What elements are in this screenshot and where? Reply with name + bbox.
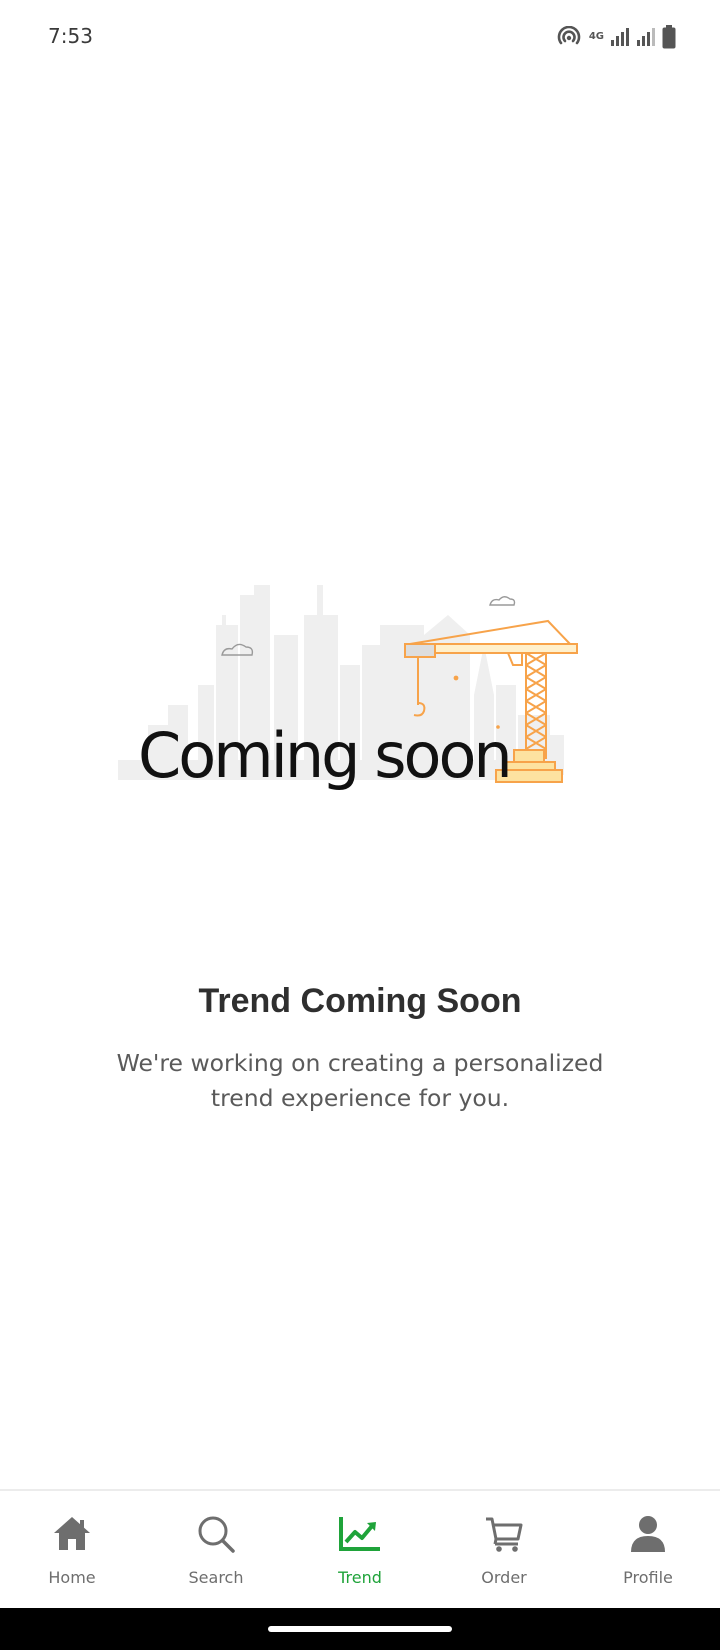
- home-indicator[interactable]: [268, 1626, 452, 1632]
- cart-icon: [482, 1512, 526, 1556]
- home-icon: [50, 1512, 94, 1556]
- nav-item-profile[interactable]: Profile: [576, 1491, 720, 1608]
- nav-item-order[interactable]: Order: [432, 1491, 576, 1608]
- signal-strength-icon: [611, 28, 629, 46]
- search-icon: [194, 1512, 238, 1556]
- page-title: Trend Coming Soon: [198, 982, 522, 1020]
- battery-icon: [662, 25, 676, 49]
- person-icon: [626, 1512, 670, 1556]
- page-subtitle: We're working on creating a personalized…: [116, 1049, 604, 1112]
- system-gesture-bar: [0, 1608, 720, 1650]
- hotspot-icon: [557, 26, 581, 45]
- signal-strength-2-icon: [637, 28, 655, 46]
- bottom-navigation: Home Search Trend Order Profile: [0, 1489, 720, 1608]
- network-type-label: 4G: [588, 31, 604, 42]
- nav-item-search[interactable]: Search: [144, 1491, 288, 1608]
- nav-label-profile: Profile: [623, 1568, 673, 1587]
- nav-item-trend[interactable]: Trend: [288, 1491, 432, 1608]
- nav-label-trend: Trend: [338, 1568, 382, 1587]
- nav-item-home[interactable]: Home: [0, 1491, 144, 1608]
- nav-label-search: Search: [188, 1568, 244, 1587]
- trend-chart-icon: [338, 1512, 382, 1556]
- status-bar: 7:53 4G: [0, 0, 720, 72]
- coming-soon-text: Coming soon: [138, 719, 510, 792]
- nav-label-home: Home: [48, 1568, 96, 1587]
- status-time: 7:53: [48, 24, 93, 48]
- coming-soon-illustration: Coming soon: [118, 575, 602, 810]
- city-skyline-graphic: Coming soon: [118, 575, 578, 792]
- status-icons: 4G: [557, 24, 676, 50]
- nav-label-order: Order: [481, 1568, 527, 1587]
